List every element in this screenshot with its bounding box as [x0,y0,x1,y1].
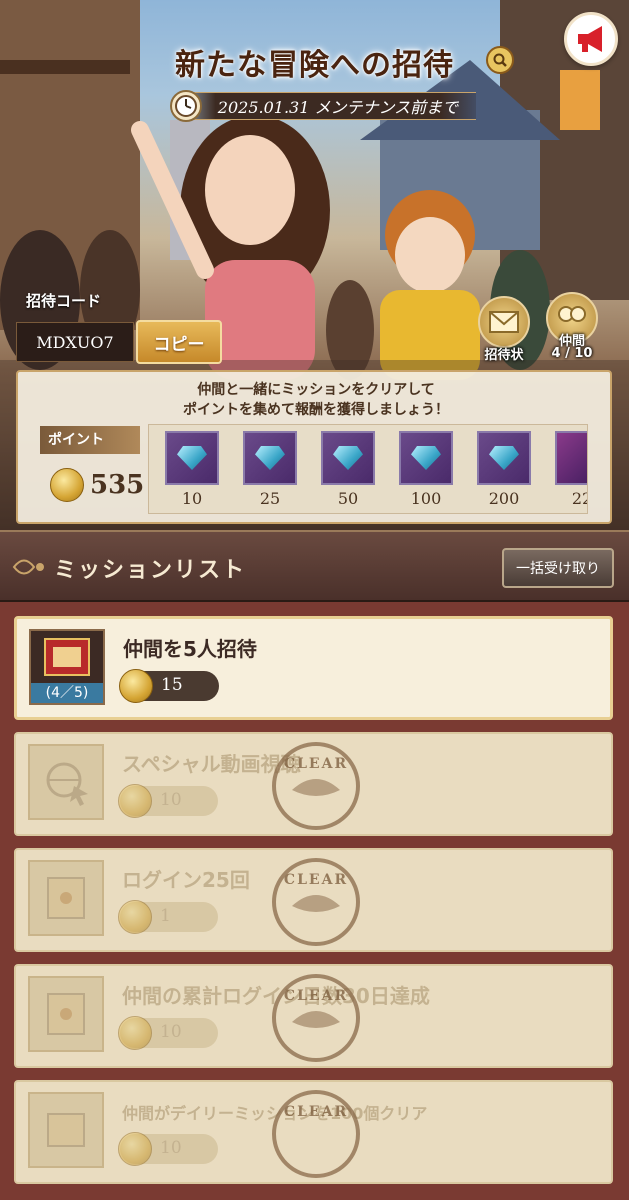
search-icon [493,53,507,67]
announcement-button[interactable] [564,12,618,66]
gem-icon [489,446,519,470]
milestone-item[interactable]: 200 [475,431,533,508]
mission-item[interactable]: 仲間の累計ログイン日数30日達成 10 CLEAR [14,964,613,1068]
megaphone-icon [578,26,602,52]
mission-list-title: ミッションリスト [54,558,247,583]
mission-reward: 10 [118,784,218,818]
mission-item[interactable]: ログイン25回 1 CLEAR [14,848,613,952]
friends-count: 4 / 10 [551,346,593,361]
mission-name: 仲間を5人招待 [123,637,257,661]
calendar-icon [47,993,85,1035]
mission-list[interactable]: (4／5) 仲間を5人招待 15 スペシャル動画視聴 10 CLEAR ログイン… [0,602,629,1200]
milestone-item[interactable]: 50 [319,431,377,508]
reward-panel: 仲間と一緒にミッションをクリアして ポイントを集めて報酬を獲得しましょう！ ポイ… [16,370,612,524]
coin-icon [50,468,84,502]
coin-icon [118,1132,152,1166]
milestone-points: 22 [571,489,587,508]
claim-all-button[interactable]: 一括受け取り [502,548,614,588]
clear-stamp-icon: CLEAR [272,1090,360,1178]
mission-icon [28,1092,104,1168]
gem-reward-box [477,431,531,485]
mission-reward-value: 15 [161,675,183,695]
mission-reward-value: 10 [160,790,182,810]
clear-stamp-text: CLEAR [283,1104,349,1120]
event-info-button[interactable] [486,46,514,74]
milestone-points: 50 [337,489,359,508]
coin-icon [119,669,153,703]
gem-reward-box [165,431,219,485]
mission-item[interactable]: 仲間がデイリーミッションを100個クリア 10 CLEAR [14,1080,613,1184]
gem-reward-box [399,431,453,485]
mission-reward: 15 [119,669,219,703]
mission-item[interactable]: スペシャル動画視聴 10 CLEAR [14,732,613,836]
points-display: 535 [50,468,144,502]
mission-list-header: ミッションリスト 一括受け取り [0,530,629,602]
mission-reward: 10 [118,1132,218,1166]
mission-reward: 10 [118,1016,218,1050]
milestone-points: 10 [181,489,203,508]
mission-reward-value: 1 [160,906,171,926]
envelope-icon [489,311,519,333]
invite-code-field: MDXUO7 [16,322,134,362]
milestone-item[interactable]: 10 [163,431,221,508]
special-reward-box [555,431,587,485]
coin-icon [118,900,152,934]
points-value: 535 [90,470,145,500]
clear-stamp-icon: CLEAR [272,974,360,1062]
mission-progress: (4／5) [31,683,103,703]
mission-icon: (4／5) [29,629,105,705]
points-label: ポイント [40,426,140,454]
mission-reward-value: 10 [160,1138,182,1158]
reward-message-line2: ポイントを集めて報酬を獲得しましょう！ [183,402,449,418]
reward-message: 仲間と一緒にミッションをクリアして ポイントを集めて報酬を獲得しましょう！ [18,380,614,420]
scroll-icon [47,1113,85,1147]
gem-icon [411,446,441,470]
globe-cursor-icon [46,762,88,806]
event-deadline: 2025.01.31 メンテナンス前まで [180,92,476,120]
milestone-item[interactable]: 100 [397,431,455,508]
mission-name: ログイン25回 [122,868,250,892]
clear-stamp-icon: CLEAR [272,742,360,830]
copy-code-button[interactable]: コピー [136,320,222,364]
milestone-points: 100 [410,489,442,508]
mission-icon [28,976,104,1052]
invite-code-label: 招待コード [26,292,102,310]
milestone-item[interactable]: 22 [553,431,587,508]
invitation-button[interactable] [478,296,530,348]
coin-icon [118,1016,152,1050]
milestone-points: 200 [488,489,520,508]
milestone-points: 25 [259,489,281,508]
invitation-letter-icon [44,638,90,676]
calendar-icon [47,877,85,919]
mission-reward-value: 10 [160,1022,182,1042]
reward-message-line1: 仲間と一緒にミッションをクリアして [197,382,435,398]
milestone-item[interactable]: 25 [241,431,299,508]
event-title: 新たな冒険への招待 [175,48,454,83]
ornament-icon [12,559,44,575]
event-banner: 新たな冒険への招待 2025.01.31 メンテナンス前まで 招待コード MDX… [0,0,629,530]
invitation-label: 招待状 [484,348,524,363]
clock-icon [170,90,202,122]
gem-reward-box [321,431,375,485]
mission-icon [28,744,104,820]
gem-icon [177,446,207,470]
coin-icon [118,784,152,818]
mission-icon [28,860,104,936]
gem-icon [255,446,285,470]
mission-reward: 1 [118,900,218,934]
gem-reward-box [243,431,297,485]
gem-icon [333,446,363,470]
milestone-track[interactable]: 10 25 50 100 200 22 [148,424,588,514]
clear-stamp-icon: CLEAR [272,858,360,946]
mission-item[interactable]: (4／5) 仲間を5人招待 15 [14,616,613,720]
